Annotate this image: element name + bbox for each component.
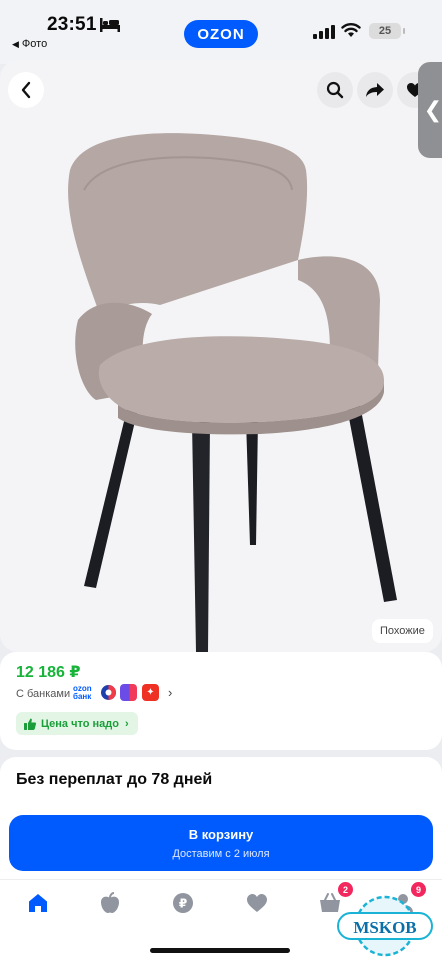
bank-logo-icon-2[interactable] <box>120 684 137 701</box>
search-icon <box>326 81 344 99</box>
product-image <box>68 133 397 652</box>
add-to-cart-label: В корзину <box>188 827 254 842</box>
similar-products-button[interactable]: Похожие <box>372 619 433 643</box>
svg-text:MSKOB: MSKOB <box>353 918 416 937</box>
banks-label: С банками <box>16 688 71 700</box>
product-gallery[interactable] <box>0 60 442 652</box>
home-indicator <box>150 948 290 953</box>
wifi-icon <box>341 23 361 37</box>
back-button[interactable] <box>8 72 44 108</box>
product-price: 12 186 ₽ <box>16 664 81 681</box>
svg-text:₽: ₽ <box>179 897 187 911</box>
catalog-icon[interactable] <box>99 892 121 914</box>
price-card: 12 186 ₽ С банками ozon банк ✦ › Цена чт… <box>0 652 442 750</box>
side-panel-toggle[interactable]: ❮ <box>418 62 442 158</box>
chevron-left-icon: ❮ <box>423 97 442 122</box>
good-price-label: Цена что надо <box>41 717 119 730</box>
ozon-bank-line2: банк <box>73 692 92 701</box>
share-button[interactable] <box>357 72 393 108</box>
cellular-signal-icon <box>313 25 335 39</box>
delivery-date-label: Доставим с 2 июля <box>172 848 270 860</box>
thumbs-up-icon <box>24 718 36 730</box>
ozon-bank-logo[interactable]: ozon банк <box>73 685 92 701</box>
bank-logo-icon-3[interactable]: ✦ <box>142 684 159 701</box>
home-icon[interactable] <box>27 892 49 914</box>
back-to-app-link[interactable]: ◀ Фото <box>12 38 47 50</box>
ozon-logo[interactable]: OZON <box>184 20 258 48</box>
finance-icon[interactable]: ₽ <box>172 892 194 914</box>
bank-logo-icon-1[interactable] <box>100 684 117 701</box>
status-time: 23:51 <box>47 14 97 35</box>
battery-indicator: 25 <box>369 23 405 39</box>
add-to-cart-button[interactable]: В корзину Доставим с 2 июля <box>9 815 433 871</box>
chevron-right-icon: › <box>124 717 129 730</box>
bank-figure-icon: ✦ <box>146 687 155 698</box>
chevron-left-icon <box>21 81 31 99</box>
back-app-label: Фото <box>21 38 48 50</box>
mskob-watermark: MSKOB <box>337 895 433 957</box>
share-arrow-icon <box>366 83 384 97</box>
bank-circle-icon <box>101 685 116 700</box>
good-price-chip[interactable]: Цена что надо › <box>16 712 138 735</box>
search-button[interactable] <box>317 72 353 108</box>
sleep-icon <box>100 18 120 32</box>
installment-title: Без переплат до 78 дней <box>16 771 213 788</box>
back-triangle-icon: ◀ <box>12 39 19 49</box>
chevron-right-icon[interactable]: › <box>168 685 172 700</box>
favorites-icon[interactable] <box>246 892 268 914</box>
status-bar: 23:51 ◀ Фото OZON 25 <box>0 0 442 64</box>
